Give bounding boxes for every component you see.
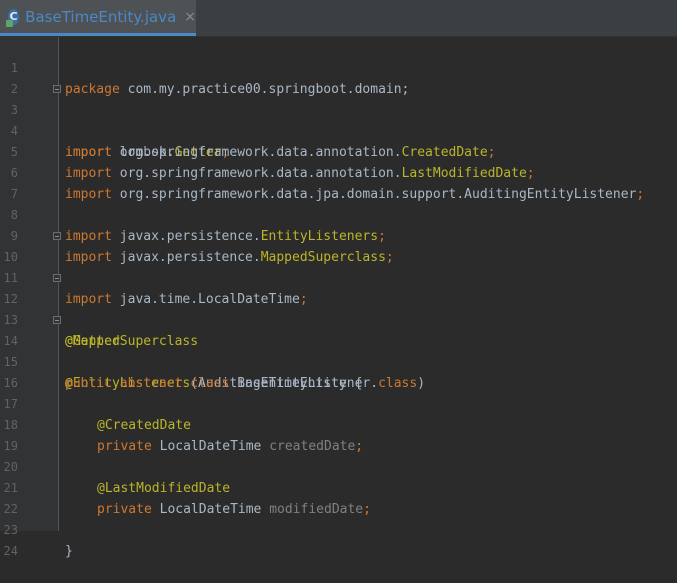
code-line: 9 import javax.persistence.MappedSupercl… bbox=[0, 205, 677, 265]
code-editor[interactable]: 1 package com.my.practice00.springboot.d… bbox=[0, 37, 677, 559]
fold-icon[interactable] bbox=[53, 85, 61, 93]
code-line: 10 import java.time.LocalDateTime; bbox=[0, 226, 677, 307]
code-line: 13 @MappedSuperclass bbox=[0, 289, 677, 349]
fold-icon[interactable] bbox=[53, 316, 61, 324]
code-line: 17 @CreatedDate bbox=[0, 373, 677, 433]
fold-icon[interactable] bbox=[53, 274, 61, 282]
fold-icon[interactable] bbox=[53, 232, 61, 240]
line-number: 24 bbox=[3, 544, 18, 558]
code-line: 21 private LocalDateTime modifiedDate; bbox=[0, 457, 677, 517]
code-line: 4 import org.springframework.data.annota… bbox=[0, 100, 677, 160]
code-line: 1 package com.my.practice00.springboot.d… bbox=[0, 37, 677, 97]
tab-title: BaseTimeEntity.java bbox=[25, 7, 177, 26]
code-line: 20 @LastModifiedDate bbox=[0, 436, 677, 496]
java-class-icon: C bbox=[6, 8, 20, 27]
code-line: 5 import org.springframework.data.annota… bbox=[0, 121, 677, 181]
code-line: 12 @Getter bbox=[0, 268, 677, 349]
code-line: 14 @EntityListeners(AuditingEntityListen… bbox=[0, 310, 677, 391]
code-line: 18 private LocalDateTime createdDate; bbox=[0, 394, 677, 454]
code-line: 3 import lombok.Getter; bbox=[0, 79, 677, 160]
code-line: 15 public abstract class BaseTimeEntity … bbox=[0, 331, 677, 391]
code-line: 11 bbox=[0, 247, 677, 285]
code-line: 19 bbox=[0, 415, 677, 453]
editor-tab-bar: C BaseTimeEntity.java × bbox=[0, 0, 677, 37]
code-line: 2 bbox=[0, 58, 677, 96]
close-tab-icon[interactable]: × bbox=[184, 9, 196, 25]
tab-basetimeentity[interactable]: C BaseTimeEntity.java × bbox=[0, 0, 196, 36]
code-line: 6 import org.springframework.data.jpa.do… bbox=[0, 142, 677, 202]
code-line: 22 bbox=[0, 478, 677, 516]
code-line: 8 import javax.persistence.EntityListene… bbox=[0, 184, 677, 244]
code-line: 7 bbox=[0, 163, 677, 201]
code-line: 16 bbox=[0, 352, 677, 390]
code-line: 23 } bbox=[0, 499, 677, 559]
